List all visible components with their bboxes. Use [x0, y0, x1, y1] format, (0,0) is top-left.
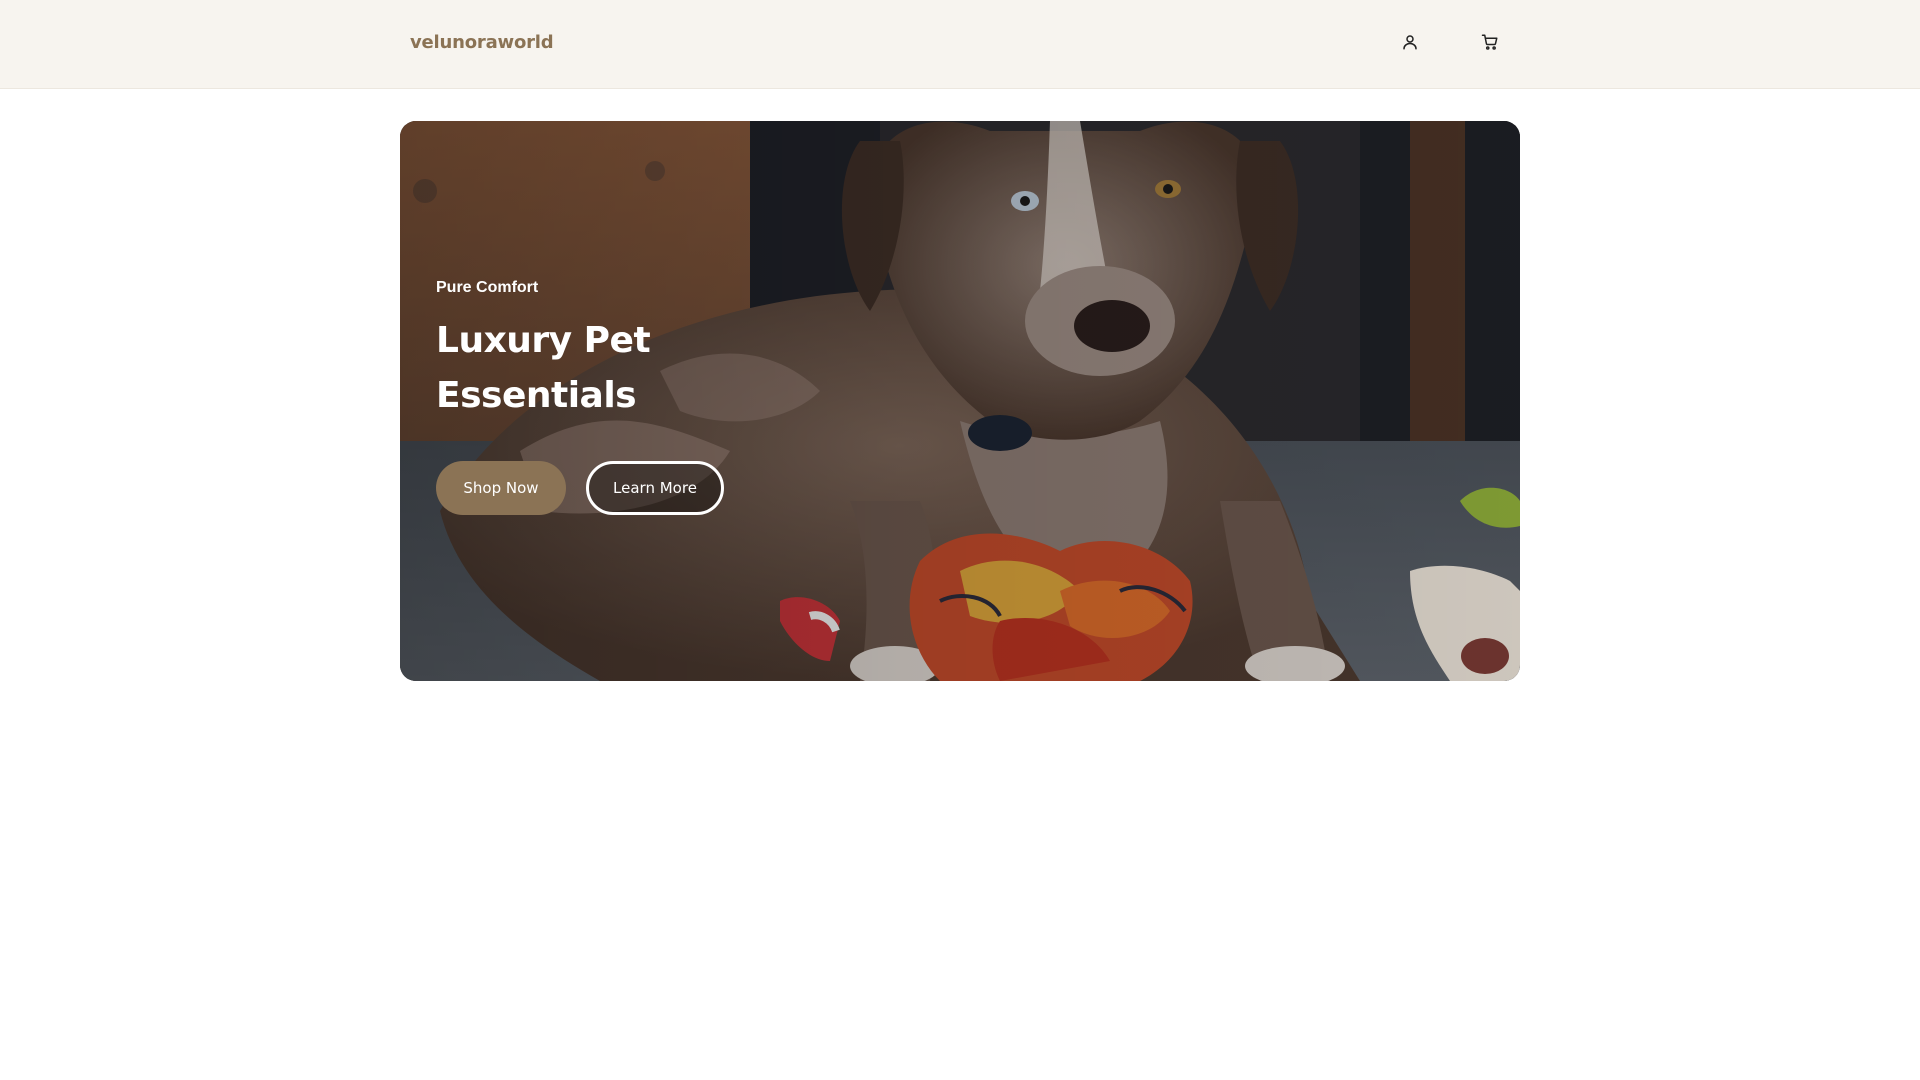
hero-kicker: Pure Comfort	[436, 279, 539, 296]
hero-banner: Pure Comfort Luxury Pet Essentials Shop …	[400, 121, 1520, 681]
account-button[interactable]	[1398, 30, 1422, 54]
shopping-cart-icon	[1481, 34, 1498, 50]
hero-title-line-1: Luxury Pet	[436, 320, 651, 361]
user-icon	[1403, 35, 1417, 50]
brand-logo-link[interactable]: velunoraworld	[410, 32, 554, 53]
hero-title-line-2: Essentials	[436, 375, 637, 416]
site-header: velunoraworld	[0, 0, 1920, 89]
hero-content: Pure Comfort Luxury Pet Essentials Shop …	[436, 279, 936, 515]
cart-button[interactable]	[1478, 30, 1502, 54]
shop-now-button[interactable]: Shop Now	[436, 461, 566, 515]
hero-title: Luxury Pet Essentials	[436, 313, 936, 423]
hero-actions: Shop Now Learn More	[436, 461, 936, 515]
learn-more-button[interactable]: Learn More	[586, 461, 724, 515]
